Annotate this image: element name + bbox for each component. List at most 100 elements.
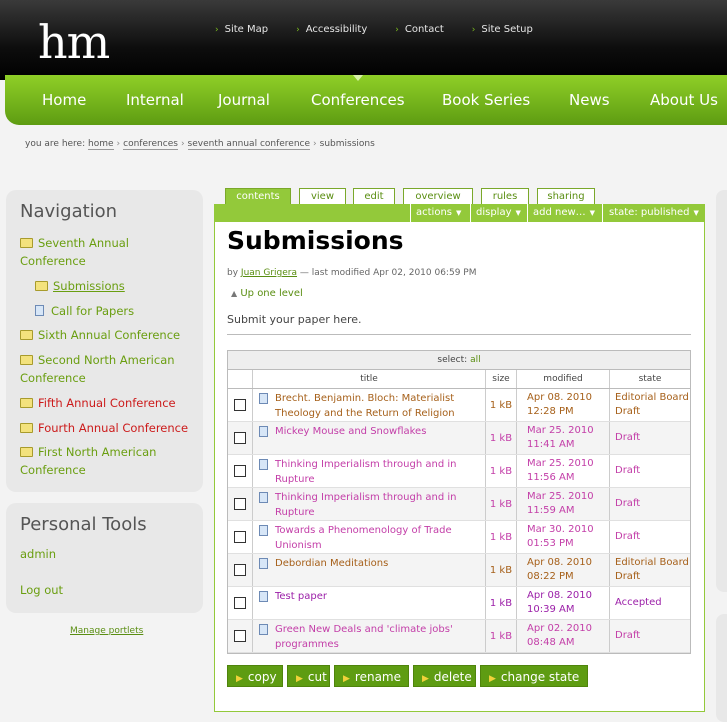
add-new-menu[interactable]: add new… ▼ (533, 207, 595, 218)
row-title-link[interactable]: Green New Deals and 'climate jobs' progra… (275, 622, 453, 652)
nav-journal[interactable]: Journal (218, 91, 270, 109)
contact-link[interactable]: › Contact (395, 24, 444, 35)
row-title-link[interactable]: Brecht. Benjamin. Bloch: Materialist Theo… (275, 391, 455, 421)
nav-item-second-north-american[interactable]: Second North American Conference (20, 351, 175, 387)
row-title-cell: Thinking Imperialism through and in Ruptu… (253, 488, 486, 520)
row-checkbox[interactable] (234, 465, 246, 477)
row-state-line: Draft (615, 498, 641, 509)
document-icon (259, 393, 268, 404)
row-checkbox[interactable] (234, 630, 246, 642)
row-date: Mar 25. 2010 (527, 458, 594, 469)
nav-item-label: Conference (20, 371, 86, 385)
last-modified: — last modified Apr 02, 2010 06:59 PM (299, 268, 477, 278)
nav-item-call-for-papers[interactable]: Call for Papers (35, 302, 134, 320)
site-map-link[interactable]: › Site Map (215, 24, 268, 35)
nav-book-series[interactable]: Book Series (442, 91, 530, 109)
nav-item-fifth-annual[interactable]: Fifth Annual Conference (20, 394, 176, 412)
row-checkbox[interactable] (234, 399, 246, 411)
row-title-link[interactable]: Thinking Imperialism through and in Ruptu… (275, 457, 456, 487)
nav-item-fourth-annual[interactable]: Fourth Annual Conference (20, 419, 188, 437)
arrow-right-icon: ▶ (236, 674, 243, 684)
table-row: Brecht. Benjamin. Bloch: Materialist Theo… (228, 389, 690, 422)
header-modified[interactable]: modified (517, 370, 610, 388)
change-state-button[interactable]: ▶ change state (480, 665, 588, 687)
nav-home[interactable]: Home (42, 91, 86, 109)
breadcrumb-conferences[interactable]: conferences (123, 139, 178, 150)
document-icon (259, 426, 268, 437)
row-title-link[interactable]: Debordian Meditations (275, 556, 388, 571)
nav-conferences[interactable]: Conferences (311, 91, 405, 109)
copy-button[interactable]: ▶ copy (227, 665, 283, 687)
breadcrumb-home[interactable]: home (88, 139, 114, 150)
row-date: Apr 02. 2010 (527, 623, 593, 634)
row-checkbox-cell (228, 389, 253, 421)
row-title-link[interactable]: Mickey Mouse and Snowflakes (275, 424, 426, 439)
nav-internal[interactable]: Internal (126, 91, 184, 109)
select-label: select: (437, 355, 468, 365)
tab-contents[interactable]: contents (225, 188, 291, 204)
accessibility-label: Accessibility (305, 24, 368, 35)
nav-news[interactable]: News (569, 91, 610, 109)
select-all-link[interactable]: all (470, 355, 481, 365)
nav-item-submissions[interactable]: Submissions (35, 277, 125, 295)
chevron-down-icon: ▼ (693, 209, 699, 217)
display-menu[interactable]: display ▼ (476, 207, 521, 218)
nav-item-seventh-annual[interactable]: Seventh Annual Conference (20, 234, 129, 270)
row-title-link[interactable]: Thinking Imperialism through and in Ruptu… (275, 490, 456, 520)
cut-button[interactable]: ▶ cut (287, 665, 330, 687)
tab-sharing[interactable]: sharing (537, 188, 595, 204)
row-state-line: Draft (615, 571, 641, 582)
tab-view[interactable]: view (299, 188, 346, 204)
row-checkbox[interactable] (234, 432, 246, 444)
header-state[interactable]: state (610, 370, 690, 388)
arrow-right-icon: ▶ (343, 674, 350, 684)
row-title-cell: Towards a Phenomenology of Trade Unionism (253, 521, 486, 553)
breadcrumb-seventh-annual[interactable]: seventh annual conference (187, 139, 311, 150)
byline-prefix: by (227, 268, 239, 278)
row-time: 08:22 PM (527, 571, 574, 582)
state-menu[interactable]: state: published ▼ (609, 207, 699, 218)
table-row: Debordian Meditations 1 kB Apr 08. 2010 08:… (228, 554, 690, 587)
row-checkbox-cell (228, 422, 253, 454)
nav-item-first-north-american[interactable]: First North American Conference (20, 443, 156, 479)
document-icon (259, 624, 268, 635)
rename-button[interactable]: ▶ rename (334, 665, 409, 687)
change-state-button-label: change state (500, 670, 580, 684)
accessibility-link[interactable]: › Accessibility (296, 24, 367, 35)
breadcrumb-separator: › (116, 139, 121, 149)
row-title-line: Brecht. Benjamin. Bloch: Materialist (275, 393, 455, 404)
copy-button-label: copy (247, 670, 277, 684)
header-title[interactable]: title (253, 370, 486, 388)
cut-button-label: cut (307, 670, 327, 684)
row-checkbox[interactable] (234, 531, 246, 543)
user-admin-link[interactable]: admin (20, 545, 56, 563)
row-checkbox[interactable] (234, 498, 246, 510)
author-link[interactable]: Juan Grigera (241, 268, 297, 278)
tab-overview[interactable]: overview (403, 188, 473, 204)
delete-button[interactable]: ▶ delete (413, 665, 476, 687)
site-setup-link[interactable]: › Site Setup (472, 24, 533, 35)
row-title-line: Rupture (275, 474, 315, 485)
actions-menu[interactable]: actions ▼ (416, 207, 461, 218)
header-size[interactable]: size (486, 370, 517, 388)
row-checkbox[interactable] (234, 597, 246, 609)
row-title-link[interactable]: Test paper (275, 589, 327, 604)
tab-rules[interactable]: rules (481, 188, 529, 204)
action-divider (470, 204, 471, 222)
site-header: hm › Site Map › Accessibility › Contact › Si… (0, 0, 727, 80)
nav-about-us[interactable]: About Us (650, 91, 718, 109)
row-title-link[interactable]: Towards a Phenomenology of Trade Unionism (275, 523, 452, 553)
arrow-right-icon: ▶ (296, 674, 303, 684)
row-checkbox[interactable] (234, 564, 246, 576)
row-title-line: Towards a Phenomenology of Trade (275, 525, 452, 536)
nav-item-sixth-annual[interactable]: Sixth Annual Conference (20, 326, 180, 344)
logout-link[interactable]: Log out (20, 581, 63, 599)
folder-contents-table: select: all title size modified state Br… (227, 350, 691, 654)
row-state-line: Draft (615, 465, 641, 476)
tab-edit[interactable]: edit (353, 188, 395, 204)
up-one-level-link[interactable]: ▲ Up one level (231, 288, 303, 299)
manage-portlets-link[interactable]: Manage portlets (70, 626, 143, 636)
row-state-line: Editorial Board (615, 392, 689, 403)
site-logo[interactable]: hm (38, 14, 110, 70)
row-state: Accepted (610, 587, 690, 619)
